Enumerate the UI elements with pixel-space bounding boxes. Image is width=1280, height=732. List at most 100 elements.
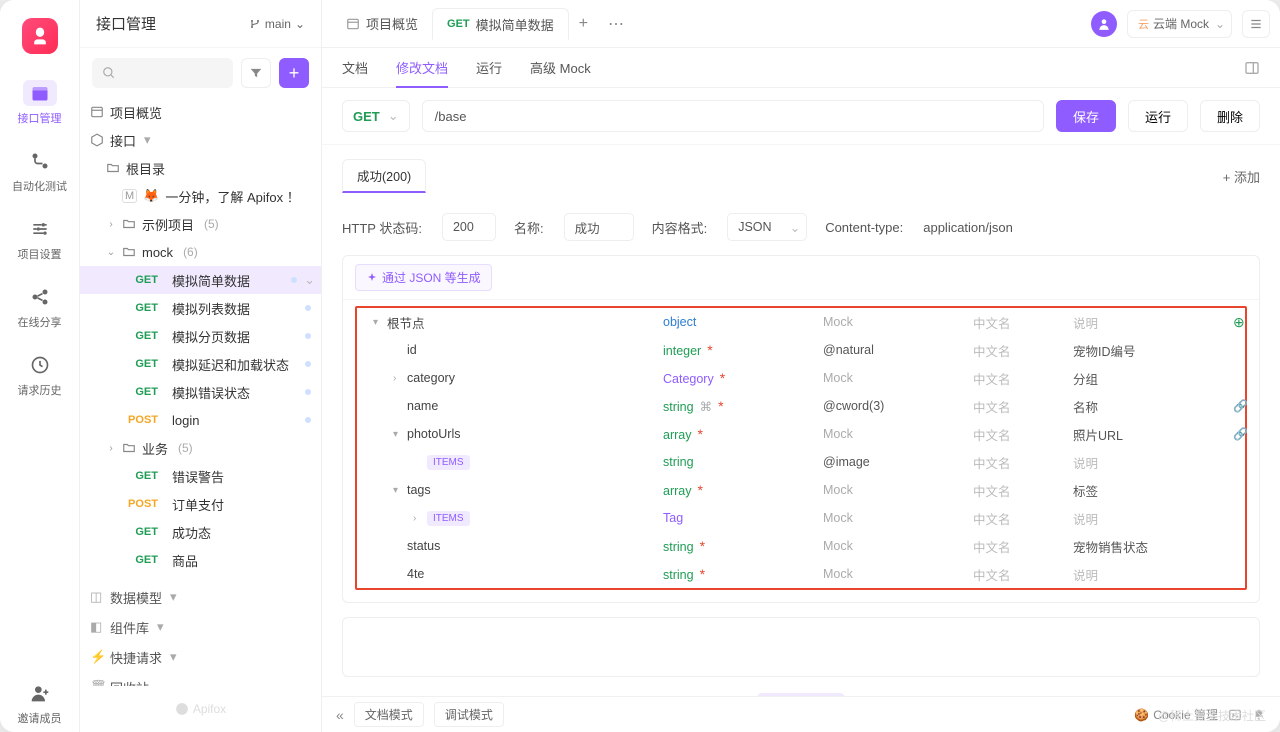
collapse-sidebar[interactable]: « <box>336 707 344 723</box>
url-input[interactable]: /base <box>422 100 1044 132</box>
method-selector[interactable]: GET <box>342 100 410 132</box>
menu-icon <box>1249 17 1263 31</box>
branch-icon <box>249 18 261 30</box>
tree-overview[interactable]: 项目概览 <box>80 98 321 126</box>
subtab[interactable]: 修改文档 <box>396 49 448 88</box>
search-input[interactable] <box>92 58 233 88</box>
run-button[interactable]: 运行 <box>1128 100 1188 132</box>
schema-row[interactable]: ITEMS string @image 中文名 说明 <box>357 448 1245 476</box>
tree-api-item[interactable]: GET模拟列表数据 <box>80 294 321 322</box>
brand-footer: Apifox <box>80 686 321 732</box>
cube-icon <box>90 133 104 147</box>
save-button[interactable]: 保存 <box>1056 100 1116 132</box>
schema-row[interactable]: ›ITEMS Tag Mock 中文名 说明 <box>357 504 1245 532</box>
tree-api-item[interactable]: GET错误警告 <box>80 462 321 490</box>
tree-mock-folder[interactable]: ⌄ mock(6) <box>80 238 321 266</box>
link-icon[interactable]: 🔗 <box>1233 399 1248 413</box>
sparkle-icon <box>366 272 378 284</box>
terminal-icon[interactable] <box>1228 708 1242 722</box>
subtab[interactable]: 运行 <box>476 48 502 87</box>
tab-more[interactable]: ⋯ <box>598 14 634 34</box>
user-icon <box>1097 17 1111 31</box>
format-select[interactable]: JSON <box>727 213 807 241</box>
tab-add[interactable]: + <box>569 15 598 33</box>
schema-box: 通过 JSON 等生成 ▾根节点 object Mock 中文名 说明 ⊕ id… <box>342 255 1260 603</box>
status-code-input[interactable] <box>442 213 496 241</box>
subtabs: 文档修改文档运行高级 Mock <box>322 48 1280 88</box>
search-icon <box>102 66 116 80</box>
tree-api-item[interactable]: GET模拟分页数据 <box>80 322 321 350</box>
left-panel: 接口管理 main ⌄ + 项目概览 接口▾ <box>80 0 322 732</box>
cookie-manage[interactable]: 🍪 Cookie 管理 <box>1134 706 1218 723</box>
nav-settings[interactable]: 项目设置 <box>0 206 79 268</box>
main-panel: 项目概览 GET 模拟简单数据 + ⋯ 云云端 Mock 文档修改文档运行高级 … <box>322 0 1280 732</box>
schema-row[interactable]: ▾photoUrls array* Mock 中文名 照片URL 🔗 <box>357 420 1245 448</box>
tree: 项目概览 接口▾ 根目录 M 🦊 一分钟，了解 Apifox ！ › 示例项目(… <box>80 98 321 686</box>
schema-row[interactable]: ▾tags array* Mock 中文名 标签 <box>357 476 1245 504</box>
nav-api-manage[interactable]: 接口管理 <box>0 70 79 132</box>
tree-section[interactable]: ⚡快捷请求▾ <box>80 642 321 672</box>
response-meta: HTTP 状态码: 名称: 内容格式: JSON Content-type: a… <box>342 207 1260 255</box>
add-field-icon[interactable]: ⊕ <box>1233 314 1245 330</box>
mode-debug[interactable]: 调试模式 <box>434 702 504 727</box>
share-icon <box>30 287 50 307</box>
mode-doc[interactable]: 文档模式 <box>354 702 424 727</box>
example-box <box>342 617 1260 677</box>
tree-api-item[interactable]: GET成功态 <box>80 518 321 546</box>
tree-sample-project[interactable]: › 示例项目(5) <box>80 210 321 238</box>
schema-row[interactable]: ▾根节点 object Mock 中文名 说明 ⊕ <box>357 308 1245 336</box>
add-button[interactable]: + <box>279 58 309 88</box>
tree-api-item[interactable]: POSTlogin <box>80 406 321 434</box>
link-icon[interactable]: 🔗 <box>1233 427 1248 441</box>
branch-selector[interactable]: main ⌄ <box>249 17 305 31</box>
flow-icon <box>30 151 50 171</box>
tab-overview[interactable]: 项目概览 <box>332 8 432 40</box>
format-label: 内容格式: <box>652 218 708 237</box>
tree-biz-folder[interactable]: › 业务(5) <box>80 434 321 462</box>
split-view-icon[interactable] <box>1244 60 1260 76</box>
add-response[interactable]: + 添加 <box>1223 167 1260 186</box>
menu-button[interactable] <box>1242 10 1270 38</box>
tree-section[interactable]: 🗑回收站 <box>80 672 321 686</box>
content-type-label: Content-type: <box>825 220 903 235</box>
folder-icon <box>106 161 120 175</box>
tree-interface-root[interactable]: 接口▾ <box>80 126 321 154</box>
tree-api-item[interactable]: POST订单支付 <box>80 490 321 518</box>
sliders-icon <box>30 219 50 239</box>
nav-share[interactable]: 在线分享 <box>0 274 79 336</box>
schema-row[interactable]: 4te string* Mock 中文名 说明 <box>357 560 1245 588</box>
subtab[interactable]: 高级 Mock <box>530 48 591 87</box>
filter-button[interactable] <box>241 58 271 88</box>
tree-api-item[interactable]: GET商品 <box>80 546 321 574</box>
schema-row[interactable]: id integer* @natural 中文名 宠物ID编号 <box>357 336 1245 364</box>
tab-active-api[interactable]: GET 模拟简单数据 <box>432 8 569 40</box>
window-icon <box>346 17 360 31</box>
folder-icon <box>122 217 136 231</box>
name-input[interactable] <box>564 213 634 241</box>
folder-icon <box>122 441 136 455</box>
schema-row[interactable]: name string⌘* @cword(3) 中文名 名称 🔗 <box>357 392 1245 420</box>
status-code-label: HTTP 状态码: <box>342 218 422 237</box>
nav-history[interactable]: 请求历史 <box>0 342 79 404</box>
nav-invite[interactable]: 邀请成员 <box>0 670 79 732</box>
nav-automation[interactable]: 自动化测试 <box>0 138 79 200</box>
tree-api-item[interactable]: GET模拟错误状态 <box>80 378 321 406</box>
schema-row[interactable]: status string* Mock 中文名 宠物销售状态 <box>357 532 1245 560</box>
bell-icon[interactable] <box>1252 708 1266 722</box>
subtab[interactable]: 文档 <box>342 48 368 87</box>
tree-api-item[interactable]: GET模拟延迟和加载状态 <box>80 350 321 378</box>
generate-from-json[interactable]: 通过 JSON 等生成 <box>355 264 492 291</box>
tree-section[interactable]: ◫数据模型▾ <box>80 582 321 612</box>
window-icon <box>90 105 104 119</box>
env-selector[interactable]: 云云端 Mock <box>1127 10 1232 38</box>
tree-quickstart[interactable]: M 🦊 一分钟，了解 Apifox ！ <box>80 182 321 210</box>
calendar-icon <box>30 83 50 103</box>
avatar[interactable] <box>1091 11 1117 37</box>
tree-section[interactable]: ◧组件库▾ <box>80 612 321 642</box>
panel-title: 接口管理 <box>96 13 156 34</box>
response-tab[interactable]: 成功(200) <box>342 159 426 193</box>
tree-api-item[interactable]: GET模拟简单数据 <box>80 266 321 294</box>
delete-button[interactable]: 删除 <box>1200 100 1260 132</box>
tree-root-folder[interactable]: 根目录 <box>80 154 321 182</box>
schema-row[interactable]: ›category Category* Mock 中文名 分组 <box>357 364 1245 392</box>
